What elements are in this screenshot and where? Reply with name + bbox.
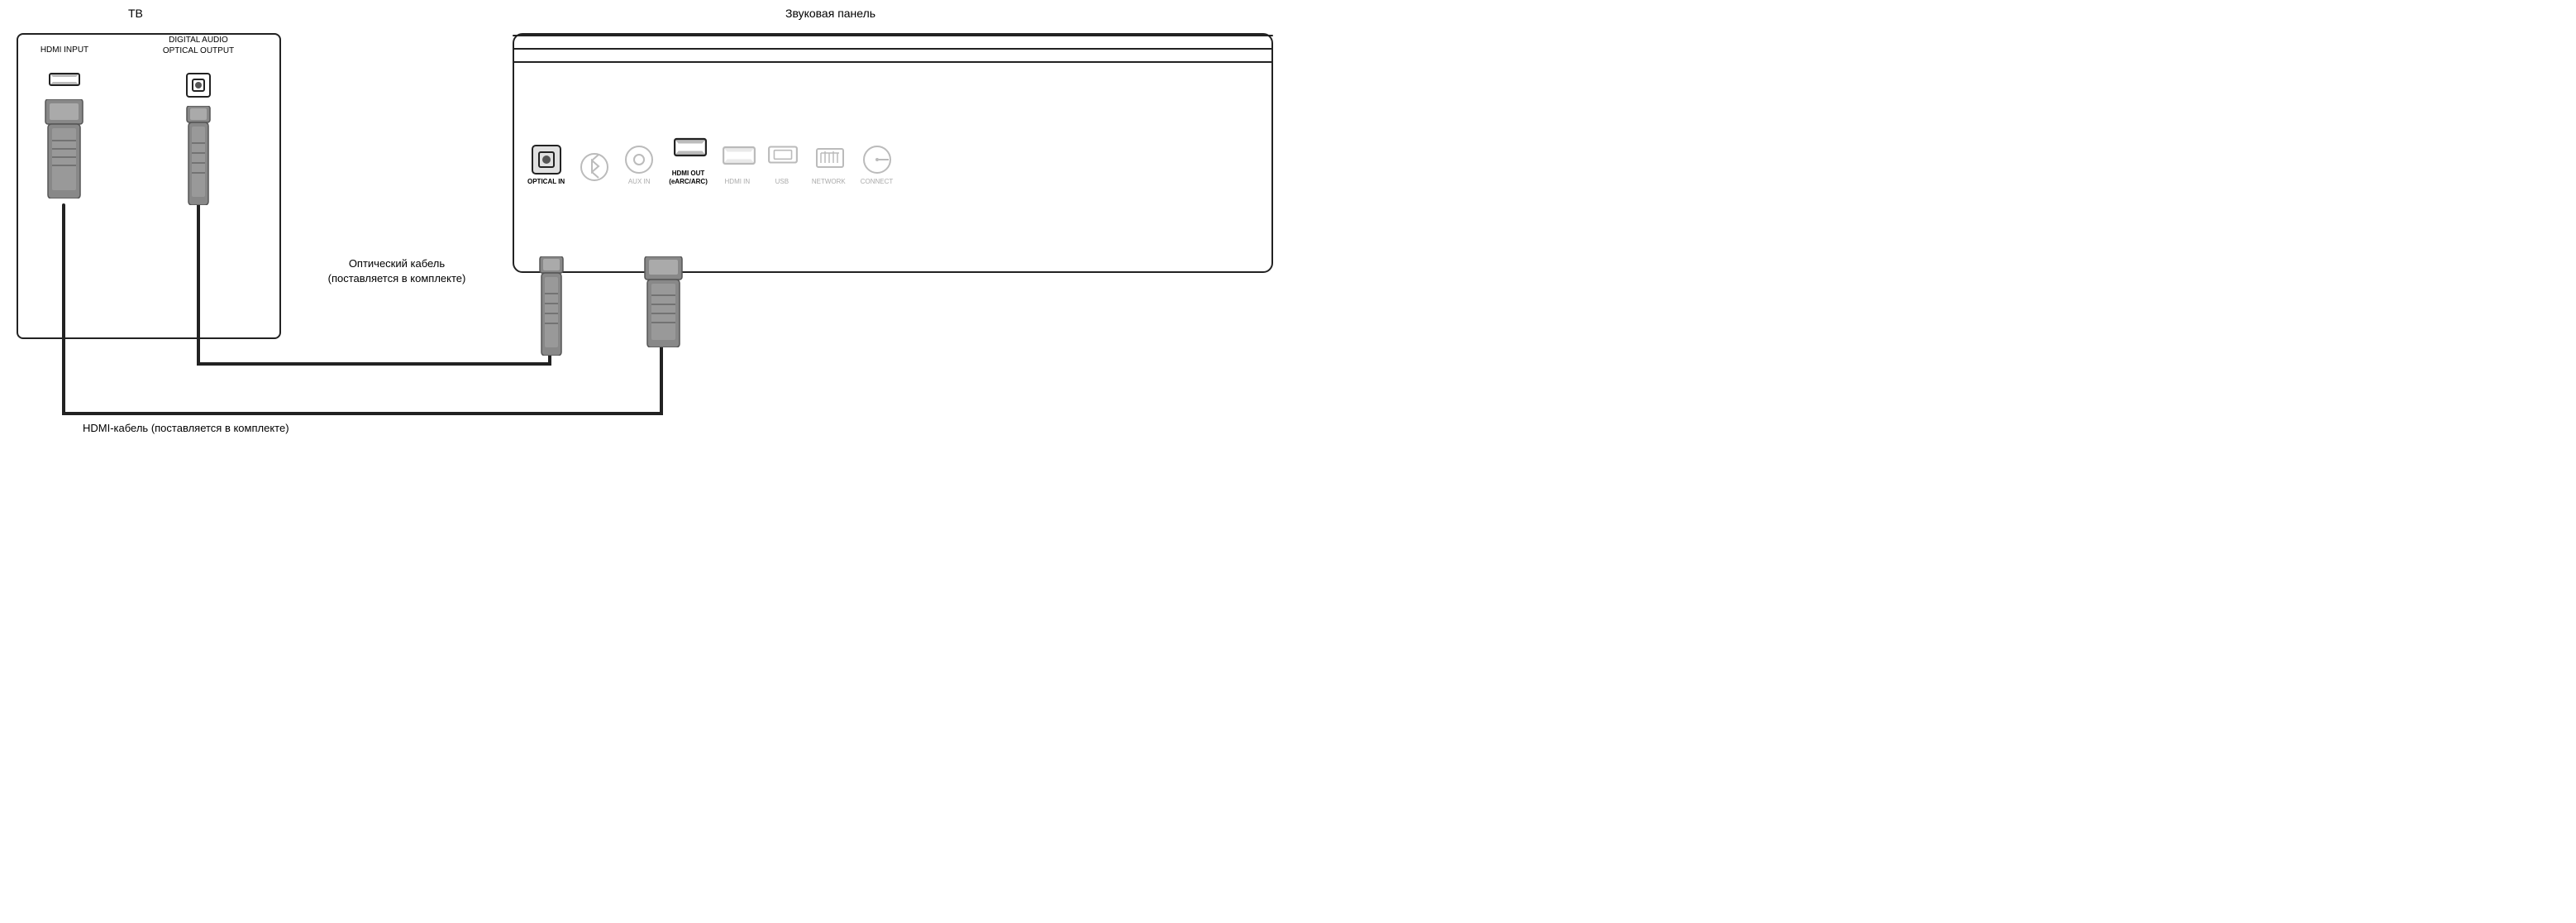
hdmi-out-icon bbox=[674, 136, 704, 166]
hdmi-port-tv bbox=[48, 70, 81, 88]
port-hdmi-out: HDMI OUT (eARC/ARC) bbox=[669, 136, 708, 185]
port-usb: USB bbox=[767, 145, 797, 186]
network-icon bbox=[813, 145, 843, 175]
hdmi-cable-text: HDMI-кабель (поставляется в комплекте) bbox=[83, 422, 289, 434]
hdmi-input-label: HDMI INPUT bbox=[31, 45, 98, 55]
tv-label: ТВ bbox=[128, 7, 143, 20]
optical-cable-soundbar bbox=[533, 256, 570, 356]
aux-in-label: AUX IN bbox=[628, 178, 651, 186]
optical-in-label: OPTICAL IN bbox=[527, 178, 565, 186]
connect-label: CONNECT bbox=[861, 178, 894, 186]
hdmi-cable-soundbar bbox=[641, 256, 686, 347]
optical-output-label: DIGITAL AUDIO OPTICAL OUTPUT bbox=[161, 35, 236, 56]
optical-plug-tv bbox=[180, 106, 217, 205]
optical-in-icon bbox=[532, 145, 561, 175]
optical-cable-text: Оптический кабель (поставляется в компле… bbox=[281, 256, 513, 286]
hdmi-in-icon bbox=[723, 145, 752, 175]
network-label: NETWORK bbox=[812, 178, 846, 186]
connect-icon bbox=[862, 145, 892, 175]
bluetooth-icon bbox=[580, 152, 609, 182]
port-network: NETWORK bbox=[812, 145, 846, 186]
hdmi-plug-tv bbox=[41, 99, 87, 198]
port-hdmi-in: HDMI IN bbox=[723, 145, 752, 186]
port-connect: CONNECT bbox=[861, 145, 894, 186]
soundbar-label: Звуковая панель bbox=[785, 7, 875, 20]
port-optical-in: OPTICAL IN bbox=[527, 145, 565, 186]
usb-icon bbox=[767, 145, 797, 175]
aux-in-icon bbox=[624, 145, 654, 175]
port-aux-in: AUX IN bbox=[624, 145, 654, 186]
hdmi-in-label: HDMI IN bbox=[725, 178, 751, 186]
hdmi-out-label: HDMI OUT (eARC/ARC) bbox=[669, 170, 708, 185]
port-bluetooth bbox=[580, 152, 609, 185]
usb-label: USB bbox=[775, 178, 789, 186]
soundbar-lines bbox=[513, 35, 1273, 74]
ports-row: OPTICAL IN AUX IN bbox=[527, 136, 893, 185]
optical-port-tv bbox=[186, 73, 211, 98]
